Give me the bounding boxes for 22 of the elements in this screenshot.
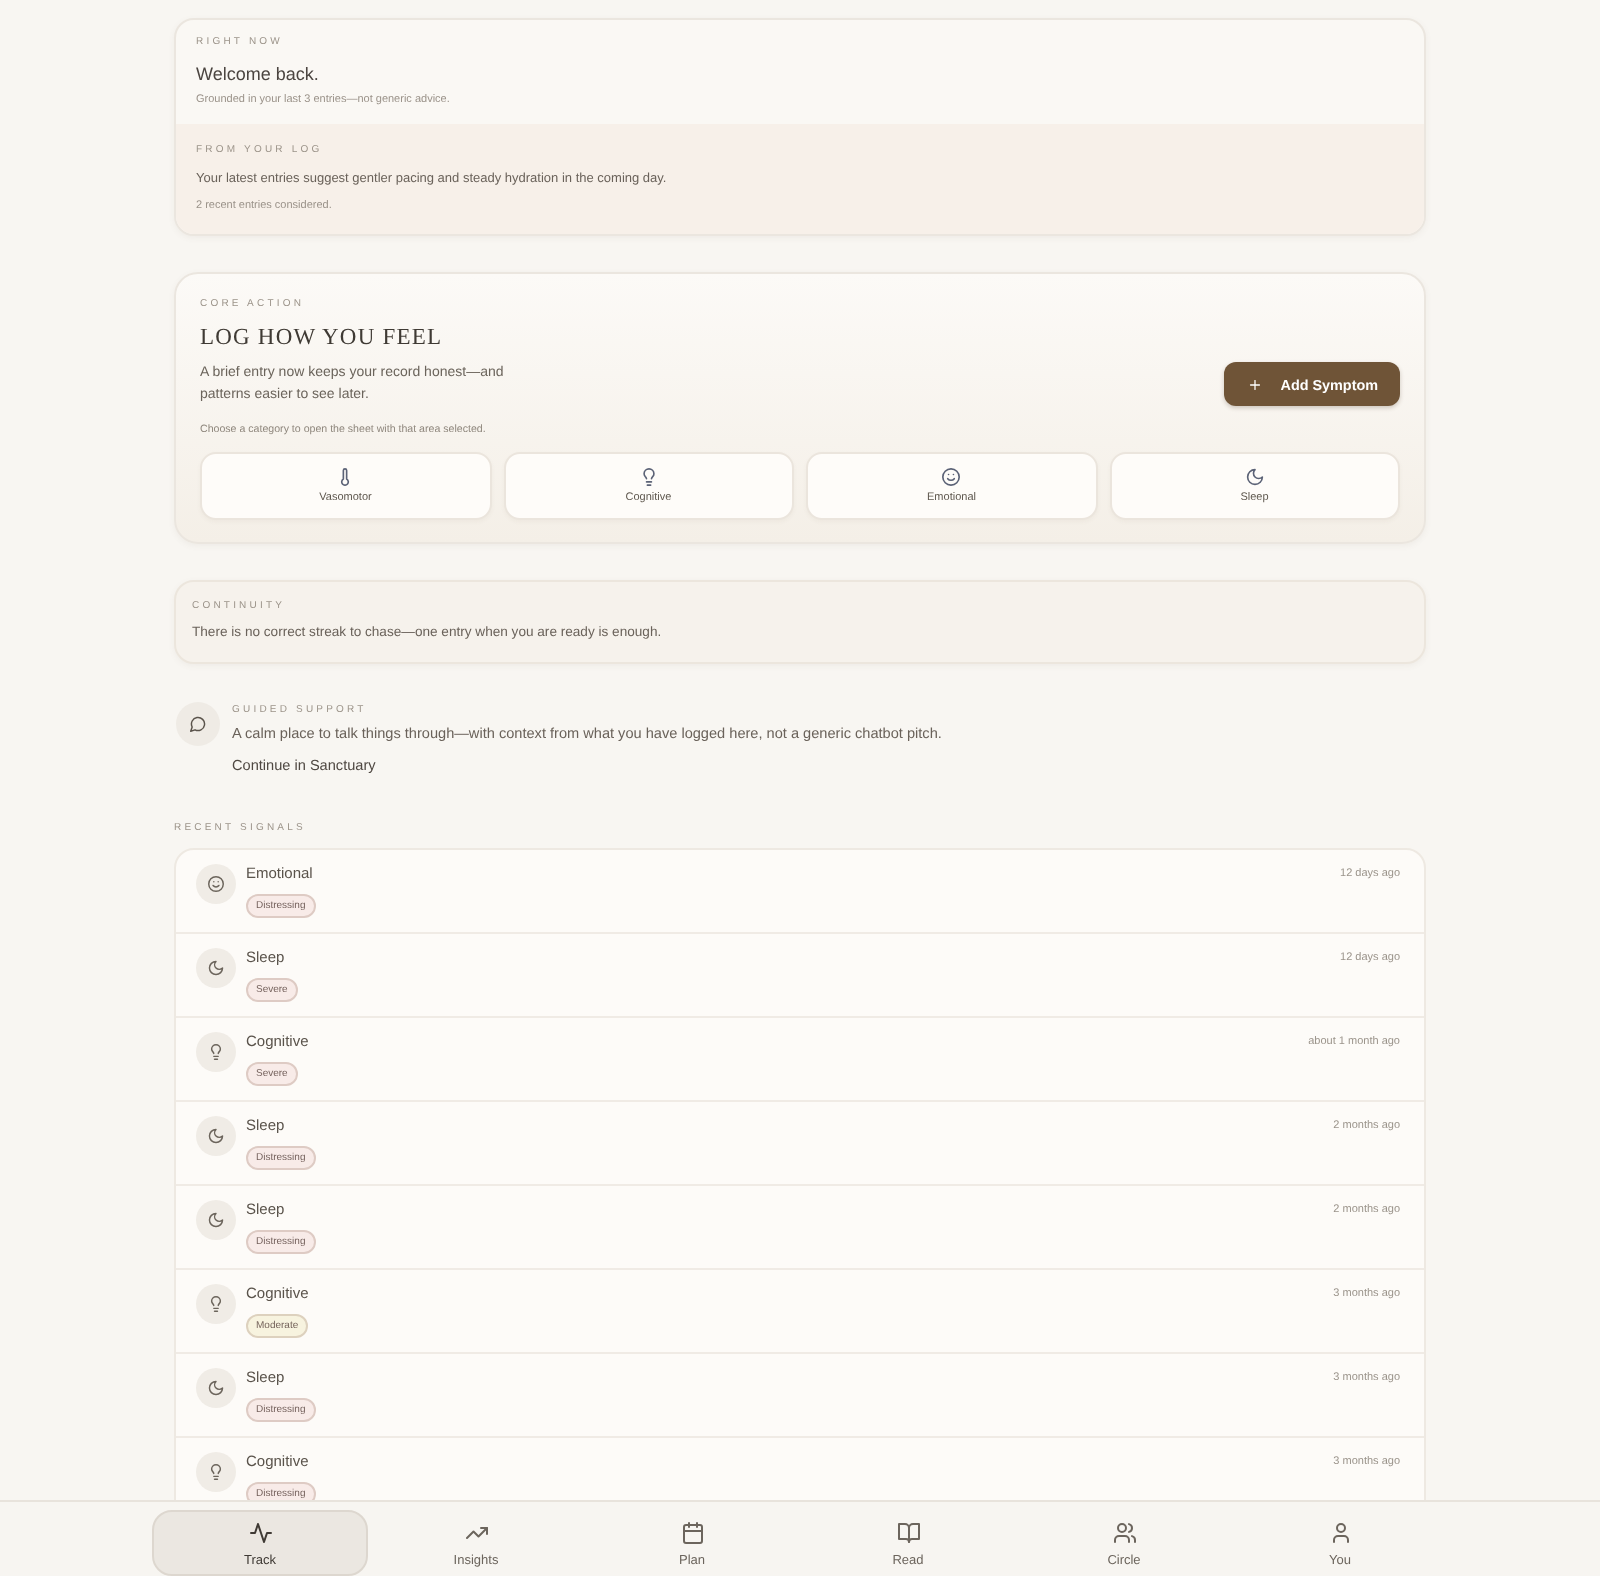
core-action-title: LOG HOW YOU FEEL [200,324,445,354]
lightbulb-icon [639,468,658,486]
moon-icon [196,1368,236,1408]
moon-icon [196,948,236,988]
plus-icon [1248,377,1263,391]
book-icon [897,1522,919,1544]
welcome-heading: Welcome back. [196,62,321,86]
pulse-line-icon [249,1522,271,1544]
calendar-icon [681,1522,703,1544]
lightbulb-icon [196,1284,236,1324]
trend-arrow-icon [465,1522,487,1544]
lightbulb-icon [196,1452,236,1492]
thermometer-icon [336,468,355,486]
moon-icon [196,1116,236,1156]
smiley-icon [942,468,961,486]
person-icon [1329,1522,1351,1544]
moon-icon [1245,468,1264,486]
people-icon [1113,1522,1135,1544]
lightbulb-icon [196,1032,236,1072]
smiley-icon [196,864,236,904]
chat-bubble-icon [176,702,220,746]
moon-icon [196,1200,236,1240]
